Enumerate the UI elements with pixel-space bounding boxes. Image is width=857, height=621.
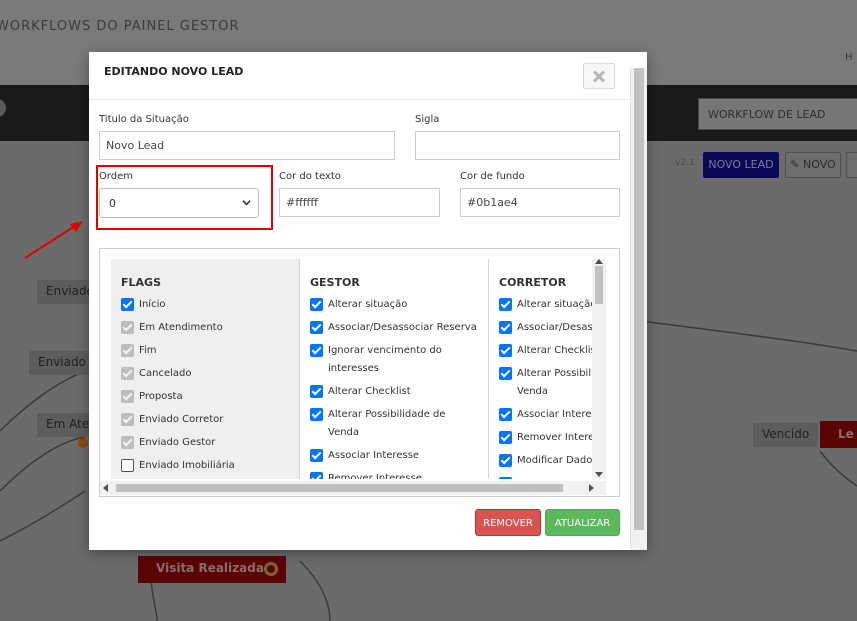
checkbox[interactable] [310,321,323,334]
ordem-label: Ordem [99,171,134,182]
flag-enviado-corretor: Enviado Corretor [121,411,223,429]
modal-title: EDITANDO NOVO LEAD [104,65,244,78]
workflow-node-vencido[interactable]: Vencido [753,423,819,447]
flag-enviado-gestor: Enviado Gestor [121,434,215,452]
scroll-thumb[interactable] [634,68,644,530]
cor-fundo-label: Cor de fundo [460,171,525,182]
gestor-associar-reserva[interactable]: Associar/Desassociar Reserva [310,319,477,337]
permissions-panel[interactable]: FLAGS Início Em Atendimento Fim Cancelad… [99,248,620,497]
version-label: v2.1 [675,158,695,168]
corretor-associar-reserva[interactable]: Associar/Desassociar Reserva [499,319,592,337]
novo-lead-button[interactable]: NOVO LEAD [703,152,779,178]
titulo-label: Titulo da Situação [99,114,189,125]
corretor-alterar-situacao[interactable]: Alterar situação [499,296,592,314]
toolbar-extra-button[interactable] [846,152,857,178]
flags-header: FLAGS [121,276,161,289]
checkbox [121,344,134,357]
checkbox [121,436,134,449]
scroll-right-icon[interactable] [589,484,594,492]
checkbox[interactable] [310,408,323,421]
workflow-node-enviado-2[interactable]: Enviado [29,351,95,375]
checkbox[interactable] [310,449,323,462]
app-header-right-text: H [845,52,853,63]
gestor-alterar-possibilidade[interactable]: Alterar Possibilidade de Venda [310,406,460,442]
app-title: WORKFLOWS DO PAINEL GESTOR [0,19,240,34]
corretor-column: CORRETOR Alterar situação Associar/Desas… [488,259,592,479]
corretor-next-item[interactable] [499,475,517,479]
flag-inicio[interactable]: Início [121,296,165,314]
flag-cancelado: Cancelado [121,365,191,383]
novo-button-label: NOVO [803,158,836,171]
ordem-select[interactable]: 0 [99,188,259,218]
scroll-up-icon[interactable] [595,259,603,264]
connector-handle[interactable] [78,438,88,448]
corretor-header: CORRETOR [499,276,567,289]
checkbox[interactable] [499,298,512,311]
checkbox[interactable] [499,344,512,357]
checkbox[interactable] [499,408,512,421]
cor-texto-label: Cor do texto [279,171,341,182]
gestor-associar-interesse[interactable]: Associar Interesse [310,447,419,465]
gestor-header: GESTOR [310,276,360,289]
flags-column: FLAGS Início Em Atendimento Fim Cancelad… [111,259,299,479]
scroll-down-icon[interactable] [595,472,603,477]
atualizar-button[interactable]: ATUALIZAR [545,509,620,536]
cor-fundo-input[interactable]: #0b1ae4 [460,188,620,217]
corretor-associar-interesse[interactable]: Associar Interesse [499,406,592,424]
checkbox[interactable] [499,367,512,380]
checkbox[interactable] [499,454,512,467]
chevron-down-icon [242,200,251,206]
gestor-alterar-situacao[interactable]: Alterar situação [310,296,407,314]
checkbox[interactable] [499,477,512,479]
scroll-thumb[interactable] [595,266,603,304]
edit-status-modal: EDITANDO NOVO LEAD Titulo da Situação No… [89,52,647,550]
ordem-select-value: 0 [109,197,116,210]
node-ring-icon[interactable] [264,562,278,576]
flag-fim: Fim [121,342,157,360]
checkbox[interactable] [310,344,323,357]
corretor-modificar-dados[interactable]: Modificar Dados [499,452,592,470]
scroll-thumb[interactable] [116,484,563,492]
checkbox [121,413,134,426]
permissions-horizontal-scrollbar[interactable] [100,481,606,495]
checkbox[interactable] [310,385,323,398]
gestor-alterar-checklist[interactable]: Alterar Checklist [310,383,411,401]
checkbox[interactable] [310,298,323,311]
cor-texto-input[interactable]: #ffffff [279,188,440,217]
workflow-select[interactable]: WORKFLOW DE LEAD [698,98,857,130]
flag-enviado-imobiliaria[interactable]: Enviado Imobiliária [121,457,235,475]
close-icon[interactable] [583,63,615,89]
checkbox[interactable] [121,459,134,472]
corretor-remover-interesse[interactable]: Remover Interesse [499,429,592,447]
gestor-ignorar-vencimento[interactable]: Ignorar vencimento do interesses [310,342,470,378]
sigla-input[interactable] [415,131,620,160]
checkbox[interactable] [499,321,512,334]
gestor-remover-interesse[interactable]: Remover Interesse [310,470,422,479]
remover-button[interactable]: REMOVER [475,509,541,536]
checkbox[interactable] [499,431,512,444]
annotation-arrow [24,221,83,259]
permissions-vertical-scrollbar[interactable] [592,259,606,479]
checkbox[interactable] [310,472,323,479]
modal-vertical-scrollbar[interactable] [630,68,647,550]
checkbox[interactable] [121,298,134,311]
sigla-label: Sigla [415,114,440,125]
corretor-alterar-checklist[interactable]: Alterar Checklist [499,342,592,360]
flag-proposta: Proposta [121,388,183,406]
checkbox [121,367,134,380]
checkbox [121,321,134,334]
novo-button[interactable]: ✎ NOVO [785,152,841,178]
workflow-node-lead[interactable]: Le [820,421,857,448]
checkbox [121,390,134,403]
flag-em-atendimento: Em Atendimento [121,319,223,337]
scroll-left-icon[interactable] [103,484,108,492]
titulo-input[interactable]: Novo Lead [99,131,395,160]
gestor-column: GESTOR Alterar situação Associar/Desasso… [299,259,488,479]
modal-header: EDITANDO NOVO LEAD [89,52,630,100]
corretor-alterar-possibilidade[interactable]: Alterar Possibilidade de Venda [499,365,592,401]
